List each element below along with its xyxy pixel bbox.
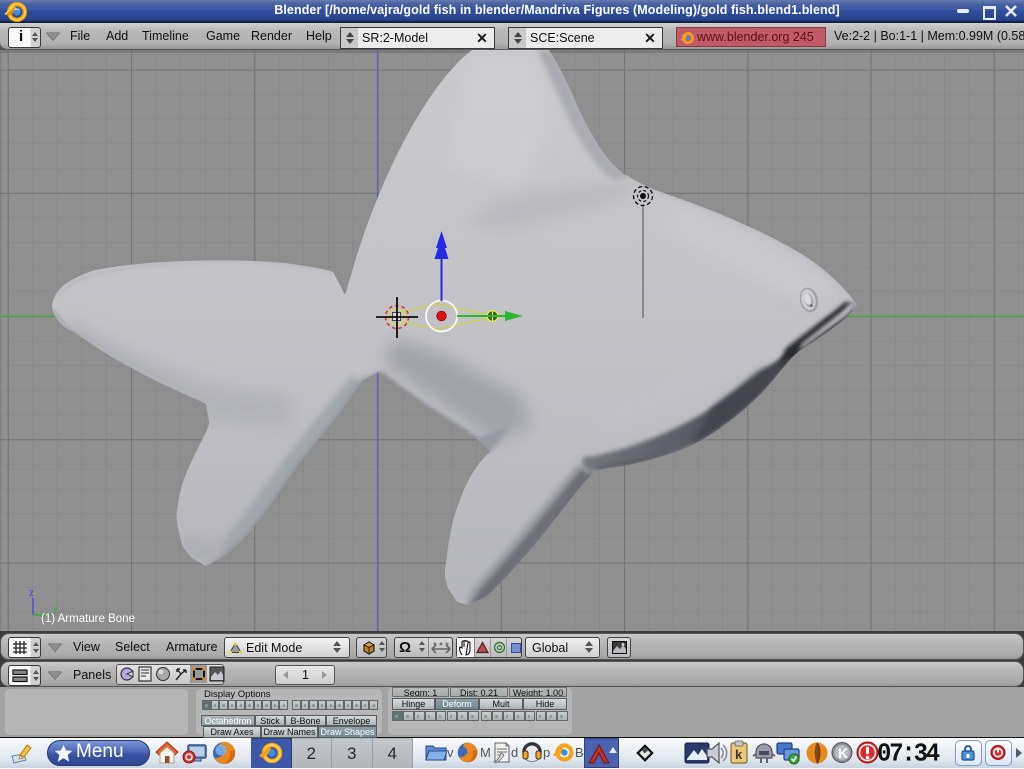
svg-text:(1) Armature Bone: (1) Armature Bone — [41, 613, 135, 625]
svg-text:k: k — [735, 747, 743, 762]
svg-text:K: K — [838, 745, 848, 761]
svg-text:z: z — [29, 588, 34, 599]
